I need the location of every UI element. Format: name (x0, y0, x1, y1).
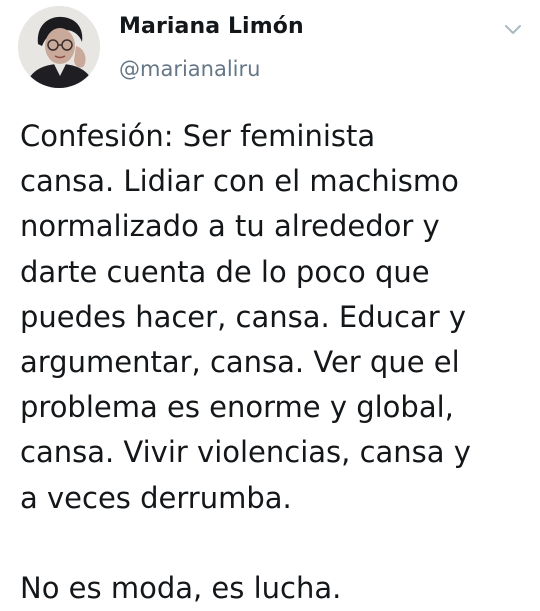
tweet-text: Confesión: Ser feminista cansa. Lidiar c… (20, 119, 471, 606)
avatar-photo (18, 6, 100, 88)
chevron-down-icon[interactable] (503, 22, 523, 36)
tweet-card: Mariana Limón @marianaliru Confesión: Se… (0, 0, 540, 611)
username-handle[interactable]: @marianaliru (119, 57, 260, 81)
avatar[interactable] (18, 6, 100, 88)
display-name[interactable]: Mariana Limón (119, 14, 304, 39)
